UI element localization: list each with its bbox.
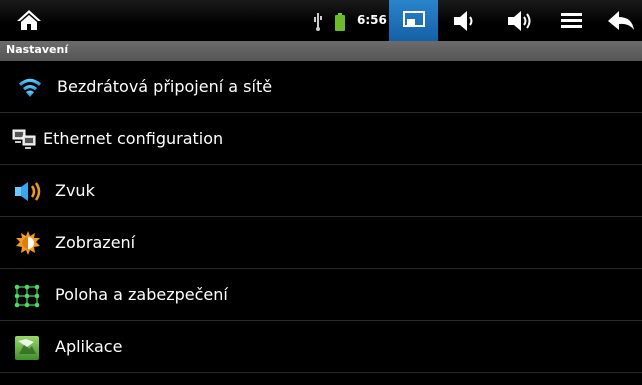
settings-item-display[interactable]: Zobrazení <box>0 217 642 269</box>
status-bar: 6:56 <box>0 0 642 41</box>
settings-item-wireless[interactable]: Bezdrátová připojení a sítě <box>0 61 642 113</box>
ethernet-icon <box>12 127 38 151</box>
applications-icon <box>14 335 40 360</box>
screen-icon[interactable] <box>389 0 438 41</box>
settings-item-ethernet[interactable]: Ethernet configuration <box>0 113 642 165</box>
home-icon[interactable] <box>16 9 42 31</box>
settings-item-label: Zvuk <box>55 181 95 200</box>
speaker-icon <box>14 179 41 203</box>
clock-time: 6:56 <box>357 13 387 27</box>
settings-item-label: Poloha a zabezpečení <box>55 285 228 304</box>
settings-item-location-security[interactable]: Poloha a zabezpečení <box>0 269 642 321</box>
settings-item-applications[interactable]: Aplikace <box>0 321 642 373</box>
settings-item-sound[interactable]: Zvuk <box>0 165 642 217</box>
page-header: Nastavení <box>0 41 642 61</box>
menu-icon[interactable] <box>557 8 587 34</box>
settings-item-label: Zobrazení <box>55 233 136 252</box>
back-icon[interactable] <box>606 8 636 34</box>
brightness-icon <box>15 231 41 255</box>
volume-up-icon[interactable] <box>505 8 535 34</box>
settings-item-label: Aplikace <box>55 337 123 356</box>
usb-icon <box>313 13 323 31</box>
location-security-icon <box>13 283 40 308</box>
page-title: Nastavení <box>6 43 69 56</box>
settings-list: Bezdrátová připojení a sítě Ethernet con… <box>0 61 642 373</box>
volume-down-icon[interactable] <box>451 8 481 34</box>
battery-icon <box>334 13 346 31</box>
wifi-icon <box>17 75 43 99</box>
settings-item-label: Bezdrátová připojení a sítě <box>57 77 273 96</box>
settings-screen: 6:56 Nastavení Bezdrátová připojení a sí… <box>0 0 642 385</box>
settings-item-label: Ethernet configuration <box>43 129 224 148</box>
